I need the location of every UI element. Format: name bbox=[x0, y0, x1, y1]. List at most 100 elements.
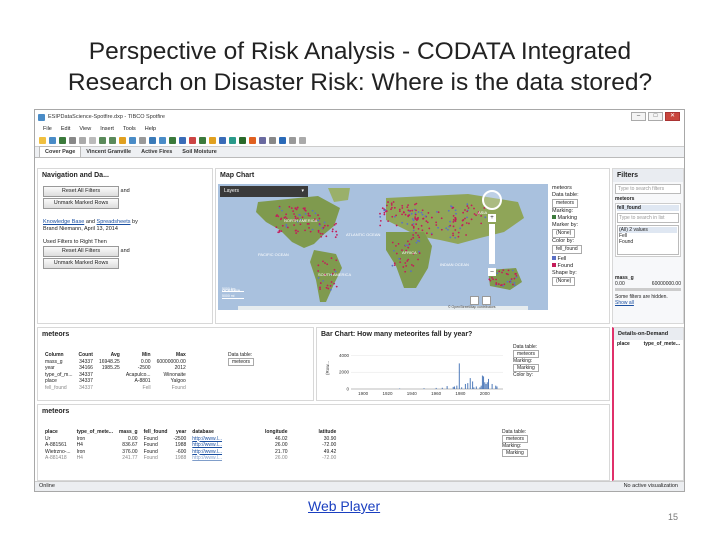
open-icon[interactable] bbox=[49, 136, 56, 144]
parallel-plot-icon[interactable] bbox=[259, 136, 266, 144]
line-chart-icon[interactable] bbox=[189, 136, 196, 144]
heat-map-icon[interactable] bbox=[249, 136, 256, 144]
save-icon[interactable] bbox=[59, 136, 66, 144]
select-tool-icon[interactable] bbox=[470, 296, 479, 305]
meteorite-marker bbox=[440, 228, 443, 231]
menu-edit[interactable]: Edit bbox=[61, 126, 70, 132]
color-by-select[interactable]: fell_found bbox=[552, 245, 582, 254]
table-row[interactable]: A-881418 H4 241.77 Found 1988 http://www.l...… bbox=[42, 455, 339, 462]
details-col-place[interactable]: place bbox=[617, 341, 630, 347]
reset-filters-button[interactable]: Reset All Filters bbox=[43, 186, 119, 197]
bar-color-by-label: Color by: bbox=[513, 372, 534, 378]
spreadsheets-link[interactable]: Spreadsheets bbox=[97, 219, 131, 225]
filter-list-search[interactable]: Type to search in list bbox=[617, 213, 679, 223]
details-icon[interactable] bbox=[279, 136, 286, 144]
summary-data-table-select[interactable]: meteors bbox=[228, 358, 255, 366]
combination-chart-icon[interactable] bbox=[199, 136, 206, 144]
menu-view[interactable]: View bbox=[79, 126, 91, 132]
meteorite-marker bbox=[473, 207, 475, 210]
details-col-type[interactable]: type_of_mete... bbox=[644, 341, 680, 347]
maximize-button[interactable]: □ bbox=[648, 112, 663, 121]
paste-icon[interactable] bbox=[89, 136, 96, 144]
crosstable-icon[interactable] bbox=[159, 136, 166, 144]
bar-chart-icon[interactable] bbox=[179, 136, 186, 144]
unmark-rows-button-2[interactable]: Unmark Marked Rows bbox=[43, 258, 119, 269]
menu-tools[interactable]: Tools bbox=[123, 126, 136, 132]
unmark-rows-button[interactable]: Unmark Marked Rows bbox=[43, 198, 119, 209]
tab-cover-page[interactable]: Cover Page bbox=[39, 146, 82, 157]
pie-chart-icon[interactable] bbox=[209, 136, 216, 144]
tab-soil-moisture[interactable]: Soil Moisture bbox=[177, 147, 222, 157]
knowledge-base-link[interactable]: Knowledge Base bbox=[43, 219, 84, 225]
undo-icon[interactable] bbox=[99, 136, 106, 144]
meteorite-marker bbox=[440, 217, 443, 220]
redo-icon[interactable] bbox=[109, 136, 116, 144]
meteorite-marker bbox=[470, 204, 473, 207]
zoom-out-button[interactable]: – bbox=[488, 268, 496, 276]
legend-marking-value[interactable]: Marking bbox=[552, 215, 608, 222]
zoom-slider[interactable] bbox=[489, 224, 495, 264]
table-data-table-select[interactable]: meteors bbox=[502, 435, 529, 443]
meteorite-marker bbox=[415, 241, 418, 244]
refresh-icon[interactable] bbox=[119, 136, 126, 144]
y-tick-label: 2000 bbox=[339, 370, 350, 375]
pan-control[interactable] bbox=[482, 190, 502, 210]
filter-field-fell-found[interactable]: fell_found bbox=[617, 205, 679, 211]
print-icon[interactable] bbox=[69, 136, 76, 144]
status-visualization: No active visualization bbox=[623, 483, 678, 489]
filter-group-meteors[interactable]: meteors bbox=[615, 196, 681, 202]
filters-search-input[interactable]: Type to search filters bbox=[615, 184, 681, 194]
scatter-plot-icon[interactable] bbox=[219, 136, 226, 144]
range-slider[interactable] bbox=[615, 288, 681, 291]
meteorite-marker bbox=[464, 217, 466, 220]
treemap-icon[interactable] bbox=[239, 136, 246, 144]
menu-file[interactable]: File bbox=[43, 126, 52, 132]
col-mass[interactable]: mass_g bbox=[116, 429, 141, 436]
label-atlantic: ATLANTIC OCEAN bbox=[346, 232, 380, 237]
shape-by-select[interactable]: (None) bbox=[552, 277, 576, 286]
bar bbox=[484, 382, 486, 389]
meteorite-marker bbox=[426, 221, 429, 224]
meteorite-marker bbox=[290, 207, 293, 210]
meteorite-marker bbox=[402, 266, 405, 268]
copy-icon[interactable] bbox=[79, 136, 86, 144]
col-type[interactable]: type_of_mete... bbox=[74, 429, 116, 436]
filter-value-found[interactable]: Found bbox=[619, 239, 677, 245]
data-table-select[interactable]: meteors bbox=[552, 199, 579, 208]
layout-icon[interactable] bbox=[289, 136, 296, 144]
tab-active-fires[interactable]: Active Fires bbox=[136, 147, 177, 157]
layers-dropdown[interactable]: Layers ▾ bbox=[220, 186, 308, 197]
meteorite-marker bbox=[454, 236, 457, 239]
web-player-link[interactable]: Web Player bbox=[308, 498, 380, 514]
map-canvas[interactable]: NORTH AMERICA ATLANTIC OCEAN PACIFIC OCE… bbox=[218, 184, 548, 310]
minimize-button[interactable]: – bbox=[631, 112, 646, 121]
menu-help[interactable]: Help bbox=[145, 126, 156, 132]
show-all-link[interactable]: Show all bbox=[615, 300, 634, 306]
bar-data-table-select[interactable]: meteors bbox=[513, 350, 540, 358]
col-fell-found[interactable]: fell_found bbox=[141, 429, 171, 436]
marker-by-select[interactable]: (None) bbox=[552, 229, 576, 238]
meteorite-marker bbox=[495, 278, 497, 281]
zoom-in-button[interactable]: + bbox=[488, 214, 496, 222]
label-indian: INDIAN OCEAN bbox=[440, 262, 469, 267]
new-icon[interactable] bbox=[39, 136, 46, 144]
meteorite-marker bbox=[505, 272, 508, 275]
bar-chart[interactable]: 0 2000 4000 1900 1920 1940 1960 1980 2000 (Row... bbox=[319, 341, 509, 401]
map-chart-icon[interactable] bbox=[229, 136, 236, 144]
close-button[interactable]: ✕ bbox=[665, 112, 680, 121]
bookmark-icon[interactable] bbox=[139, 136, 146, 144]
tab-vincent-granville[interactable]: Vincent Granville bbox=[81, 147, 136, 157]
table-marking-select[interactable]: Marking bbox=[502, 449, 528, 457]
bar-marking-select[interactable]: Marking bbox=[513, 364, 539, 372]
menu-insert[interactable]: Insert bbox=[100, 126, 114, 132]
summary-table-icon[interactable] bbox=[269, 136, 276, 144]
meteorite-marker bbox=[410, 238, 413, 241]
panels-icon[interactable] bbox=[299, 136, 306, 144]
table-row[interactable]: fell_found 34337 Fell Found bbox=[42, 385, 189, 392]
filter-icon[interactable] bbox=[129, 136, 136, 144]
summary-header-count[interactable]: Count bbox=[76, 352, 96, 359]
graphical-table-icon[interactable] bbox=[169, 136, 176, 144]
table-icon[interactable] bbox=[149, 136, 156, 144]
reset-filters-button-2[interactable]: Reset All Filters bbox=[43, 246, 119, 257]
pan-tool-icon[interactable] bbox=[482, 296, 491, 305]
